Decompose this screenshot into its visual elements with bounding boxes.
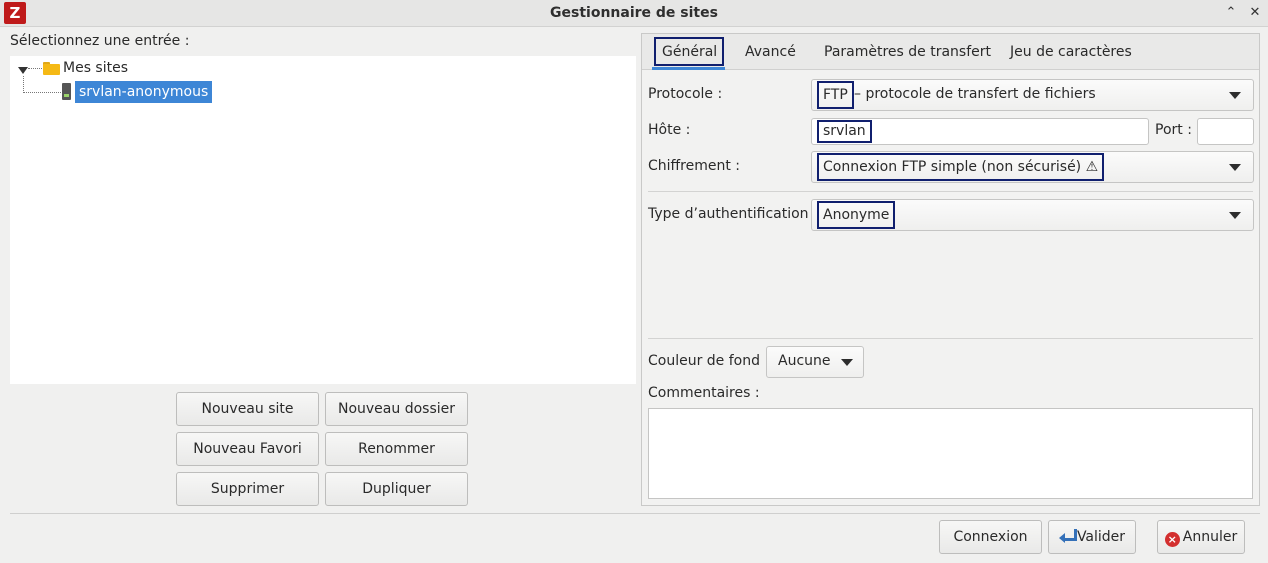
tree-connector xyxy=(23,76,24,93)
ok-button-label: Valider xyxy=(1076,529,1126,545)
protocol-label: Protocole : xyxy=(648,86,723,102)
active-tab-indicator xyxy=(652,67,725,70)
protocol-description: – protocole de transfert de fichiers xyxy=(854,86,1096,102)
tab-bar: Général Avancé Paramètres de transfert J… xyxy=(642,34,1259,70)
dropdown-arrow-icon xyxy=(1229,212,1241,219)
window-title: Gestionnaire de sites xyxy=(550,5,718,21)
collapse-icon[interactable]: ⌃ xyxy=(1221,3,1241,23)
dropdown-arrow-icon xyxy=(1229,164,1241,171)
close-icon[interactable]: ✕ xyxy=(1245,3,1265,23)
host-value: srvlan xyxy=(817,120,872,143)
encryption-value: Connexion FTP simple (non sécurisé) ⚠ xyxy=(817,153,1105,181)
tab-charset[interactable]: Jeu de caractères xyxy=(1010,34,1132,70)
tab-advanced[interactable]: Avancé xyxy=(745,34,796,70)
dropdown-arrow-icon xyxy=(1229,92,1241,99)
protocol-select[interactable]: FTP – protocole de transfert de fichiers xyxy=(811,79,1254,111)
separator xyxy=(648,191,1253,192)
new-site-button[interactable]: Nouveau site xyxy=(176,392,319,426)
tree-connector xyxy=(28,68,42,69)
server-icon xyxy=(62,83,71,100)
tree-connector xyxy=(23,92,61,93)
select-entry-label: Sélectionnez une entrée : xyxy=(10,33,190,49)
new-folder-button[interactable]: Nouveau dossier xyxy=(325,392,468,426)
tab-general[interactable]: Général xyxy=(662,34,717,70)
encryption-select[interactable]: Connexion FTP simple (non sécurisé) ⚠ xyxy=(811,151,1254,183)
comments-label: Commentaires : xyxy=(648,385,760,401)
tab-transfer-settings[interactable]: Paramètres de transfert xyxy=(824,34,991,70)
separator xyxy=(648,338,1253,339)
site-settings-panel: Général Avancé Paramètres de transfert J… xyxy=(641,33,1260,506)
valider-arrow-icon xyxy=(1058,529,1077,543)
port-input[interactable] xyxy=(1197,118,1254,145)
host-input[interactable]: srvlan xyxy=(811,118,1149,145)
rename-button[interactable]: Renommer xyxy=(325,432,468,466)
cancel-button[interactable]: × Annuler xyxy=(1157,520,1245,554)
title-bar: Z Gestionnaire de sites ⌃ ✕ xyxy=(0,0,1268,27)
bg-color-value: Aucune xyxy=(778,353,831,369)
host-label: Hôte : xyxy=(648,122,691,138)
bg-color-label: Couleur de fond : xyxy=(648,353,770,369)
dropdown-arrow-icon xyxy=(841,359,853,366)
bg-color-select[interactable]: Aucune xyxy=(766,346,864,378)
encryption-label: Chiffrement : xyxy=(648,158,741,174)
auth-type-select[interactable]: Anonyme xyxy=(811,199,1254,231)
tree-item-mes-sites[interactable]: Mes sites xyxy=(63,60,128,76)
cancel-icon: × xyxy=(1164,532,1180,547)
port-label: Port : xyxy=(1155,122,1192,138)
protocol-code: FTP xyxy=(817,81,854,109)
delete-button[interactable]: Supprimer xyxy=(176,472,319,506)
tree-expander-icon[interactable] xyxy=(18,67,28,74)
site-tree[interactable]: Mes sites srvlan-anonymous xyxy=(10,56,636,384)
comments-textarea[interactable] xyxy=(648,408,1253,499)
duplicate-button[interactable]: Dupliquer xyxy=(325,472,468,506)
new-bookmark-button[interactable]: Nouveau Favori xyxy=(176,432,319,466)
connect-button[interactable]: Connexion xyxy=(939,520,1042,554)
auth-type-value: Anonyme xyxy=(817,201,896,229)
tree-item-srvlan-anonymous[interactable]: srvlan-anonymous xyxy=(75,81,213,103)
footer-separator xyxy=(10,513,1260,514)
auth-type-label: Type d’authentification : xyxy=(648,206,818,222)
ok-button[interactable]: Valider xyxy=(1048,520,1136,554)
cancel-button-label: Annuler xyxy=(1182,529,1238,545)
folder-icon xyxy=(43,62,60,75)
